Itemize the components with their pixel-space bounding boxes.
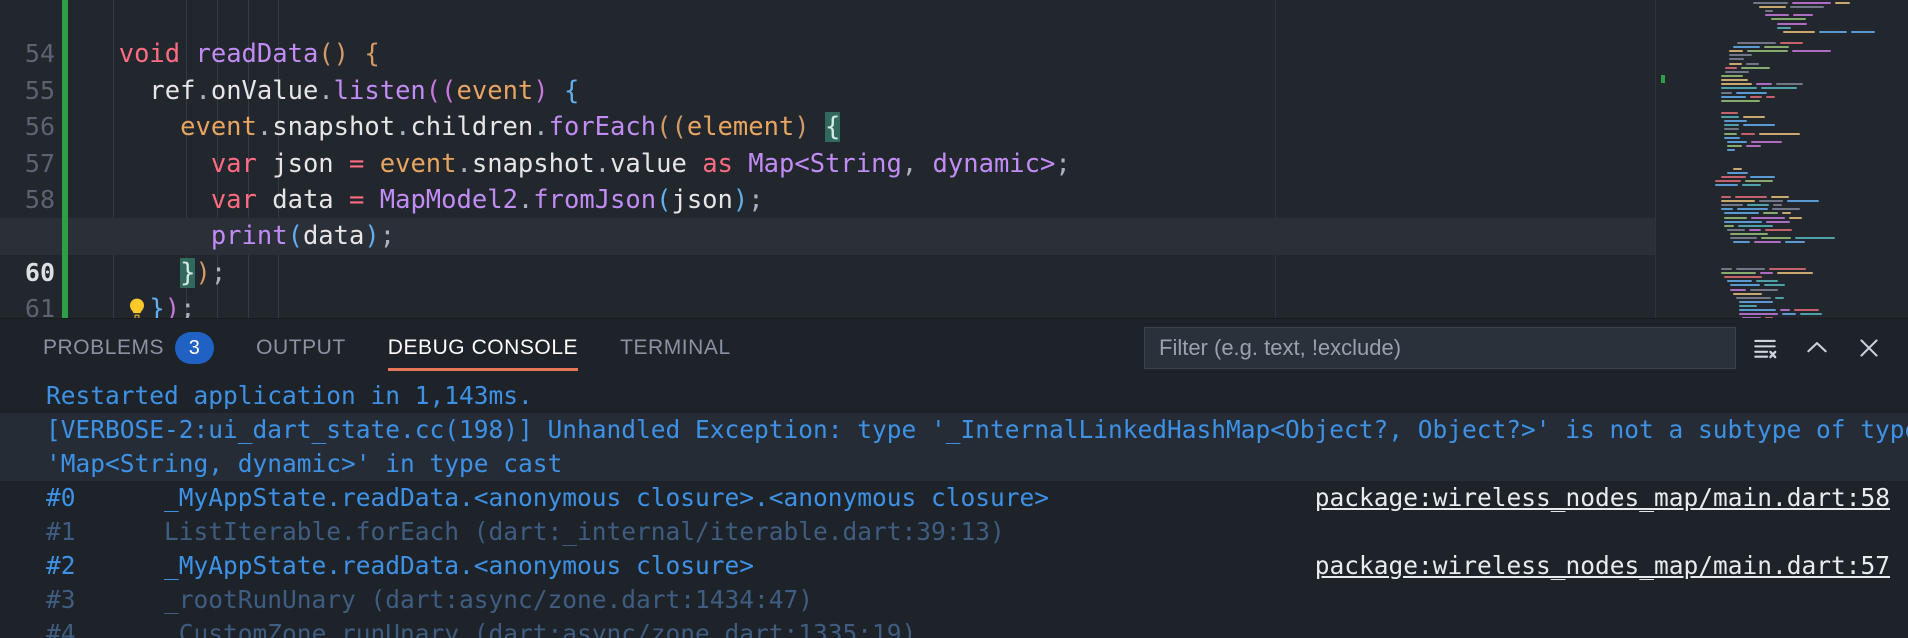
code-line[interactable]: 56 ref.onValue.listen((event) { bbox=[0, 72, 1908, 141]
console-stack-frame[interactable]: #2 _MyAppState.readData.<anonymous closur… bbox=[0, 549, 1908, 583]
console-log-line[interactable]: 'Map<String, dynamic>' in type cast bbox=[0, 447, 1908, 481]
stack-frame-index: #2 bbox=[46, 551, 76, 580]
stack-frame-index: #1 bbox=[46, 517, 76, 546]
git-modified-indicator bbox=[62, 218, 68, 255]
panel-header-actions bbox=[1144, 325, 1892, 371]
code-line-text: }); bbox=[149, 294, 196, 318]
console-stack-frame[interactable]: #3 _rootRunUnary (dart:async/zone.dart:14… bbox=[0, 583, 1908, 617]
stack-frame-index: #3 bbox=[46, 585, 76, 614]
tab-problems-label: PROBLEMS bbox=[43, 336, 165, 359]
git-modified-indicator bbox=[62, 109, 68, 146]
git-modified-indicator bbox=[62, 36, 68, 73]
console-filter-input[interactable] bbox=[1144, 327, 1736, 369]
git-modified-indicator bbox=[62, 291, 68, 318]
code-line-text: void readData() { bbox=[118, 39, 380, 70]
code-line[interactable]: 57 event.snapshot.children.forEach((elem… bbox=[0, 109, 1908, 178]
code-line-text: var json = event.snapshot.value as Map<S… bbox=[210, 148, 1071, 179]
console-line-text: _rootRunUnary (dart:async/zone.dart:1434… bbox=[164, 585, 814, 614]
bracket-match-highlight: { bbox=[825, 112, 841, 143]
editor-scroll-area[interactable]: 54 55 void readData() { 56 ref.onValue.l… bbox=[0, 0, 1908, 318]
console-log-line[interactable]: [VERBOSE-2:ui_dart_state.cc(198)] Unhand… bbox=[0, 413, 1908, 447]
tab-terminal[interactable]: TERMINAL bbox=[599, 319, 752, 377]
tab-debug-console-label: DEBUG CONSOLE bbox=[387, 336, 579, 359]
source-location-link[interactable]: package:wireless_nodes_map/main.dart:57 bbox=[1315, 549, 1890, 583]
git-modified-indicator bbox=[62, 72, 68, 110]
panel-header: PROBLEMS 3 OUTPUT DEBUG CONSOLE TERMINAL bbox=[0, 319, 1908, 377]
code-line[interactable]: 54 bbox=[0, 0, 1908, 68]
minimap[interactable] bbox=[1655, 0, 1908, 318]
chevron-up-icon[interactable] bbox=[1794, 325, 1840, 371]
console-line-text: 'Map<String, dynamic>' in type cast bbox=[46, 449, 563, 478]
debug-console-output[interactable]: Restarted application in 1,143ms. [VERBOS… bbox=[0, 377, 1908, 638]
active-tab-underline bbox=[387, 368, 579, 371]
bracket-match-highlight: } bbox=[180, 257, 196, 288]
console-stack-frame[interactable]: #4 _CustomZone.runUnary (dart:async/zone.… bbox=[0, 617, 1908, 638]
code-line[interactable]: 59 var data = MapModel2.fromJson(json); bbox=[0, 181, 1908, 250]
code-line-text: event.snapshot.children.forEach((element… bbox=[180, 112, 841, 143]
console-log-line[interactable]: Restarted application in 1,143ms. bbox=[0, 379, 1908, 413]
code-line[interactable]: 62 }); bbox=[0, 291, 1908, 318]
problems-count-badge: 3 bbox=[175, 332, 215, 364]
git-modified-indicator bbox=[62, 254, 68, 292]
console-line-text: [VERBOSE-2:ui_dart_state.cc(198)] Unhand… bbox=[46, 415, 1908, 444]
console-stack-frame[interactable]: #0 _MyAppState.readData.<anonymous closur… bbox=[0, 481, 1908, 515]
tab-terminal-label: TERMINAL bbox=[620, 336, 731, 359]
tab-output-label: OUTPUT bbox=[256, 336, 346, 359]
tab-problems[interactable]: PROBLEMS 3 bbox=[22, 319, 235, 377]
source-location-link[interactable]: package:wireless_nodes_map/main.dart:58 bbox=[1315, 481, 1890, 515]
console-line-text: ListIterable.forEach (dart:_internal/ite… bbox=[164, 517, 1005, 546]
console-line-text: _MyAppState.readData.<anonymous closure>… bbox=[164, 483, 1050, 512]
code-editor[interactable]: 54 55 void readData() { 56 ref.onValue.l… bbox=[0, 0, 1908, 318]
code-line-active[interactable]: 60 print(data); bbox=[0, 218, 1908, 318]
stack-frame-index: #4 bbox=[46, 619, 76, 638]
code-line-text: var data = MapModel2.fromJson(json); bbox=[210, 184, 764, 215]
git-modified-indicator bbox=[62, 145, 68, 182]
code-line[interactable]: 61 }); bbox=[0, 254, 1908, 318]
vscode-window: 54 55 void readData() { 56 ref.onValue.l… bbox=[0, 0, 1908, 638]
code-line-text: print(data); bbox=[210, 221, 396, 252]
bottom-panel: PROBLEMS 3 OUTPUT DEBUG CONSOLE TERMINAL bbox=[0, 318, 1908, 638]
console-line-text: _MyAppState.readData.<anonymous closure> bbox=[164, 551, 755, 580]
minimap-git-indicator bbox=[1661, 75, 1665, 83]
code-line[interactable]: 58 var json = event.snapshot.value as Ma… bbox=[0, 145, 1908, 214]
stack-frame-index: #0 bbox=[46, 483, 76, 512]
console-stack-frame[interactable]: #1 ListIterable.forEach (dart:_internal/i… bbox=[0, 515, 1908, 549]
tab-output[interactable]: OUTPUT bbox=[235, 319, 367, 377]
code-line[interactable]: 55 void readData() { bbox=[0, 36, 1908, 105]
console-line-text: _CustomZone.runUnary (dart:async/zone.da… bbox=[164, 619, 917, 638]
git-modified-indicator bbox=[62, 181, 68, 219]
code-line-text: }); bbox=[180, 257, 227, 288]
close-icon[interactable] bbox=[1846, 325, 1892, 371]
minimap-separator bbox=[1655, 0, 1656, 318]
panel-tabs: PROBLEMS 3 OUTPUT DEBUG CONSOLE TERMINAL bbox=[22, 319, 752, 377]
console-line-text: Restarted application in 1,143ms. bbox=[46, 381, 533, 410]
clear-console-icon[interactable] bbox=[1742, 325, 1788, 371]
code-line-text: ref.onValue.listen((event) { bbox=[149, 75, 580, 106]
tab-debug-console[interactable]: DEBUG CONSOLE bbox=[367, 319, 599, 377]
git-modified-indicator bbox=[62, 0, 68, 37]
